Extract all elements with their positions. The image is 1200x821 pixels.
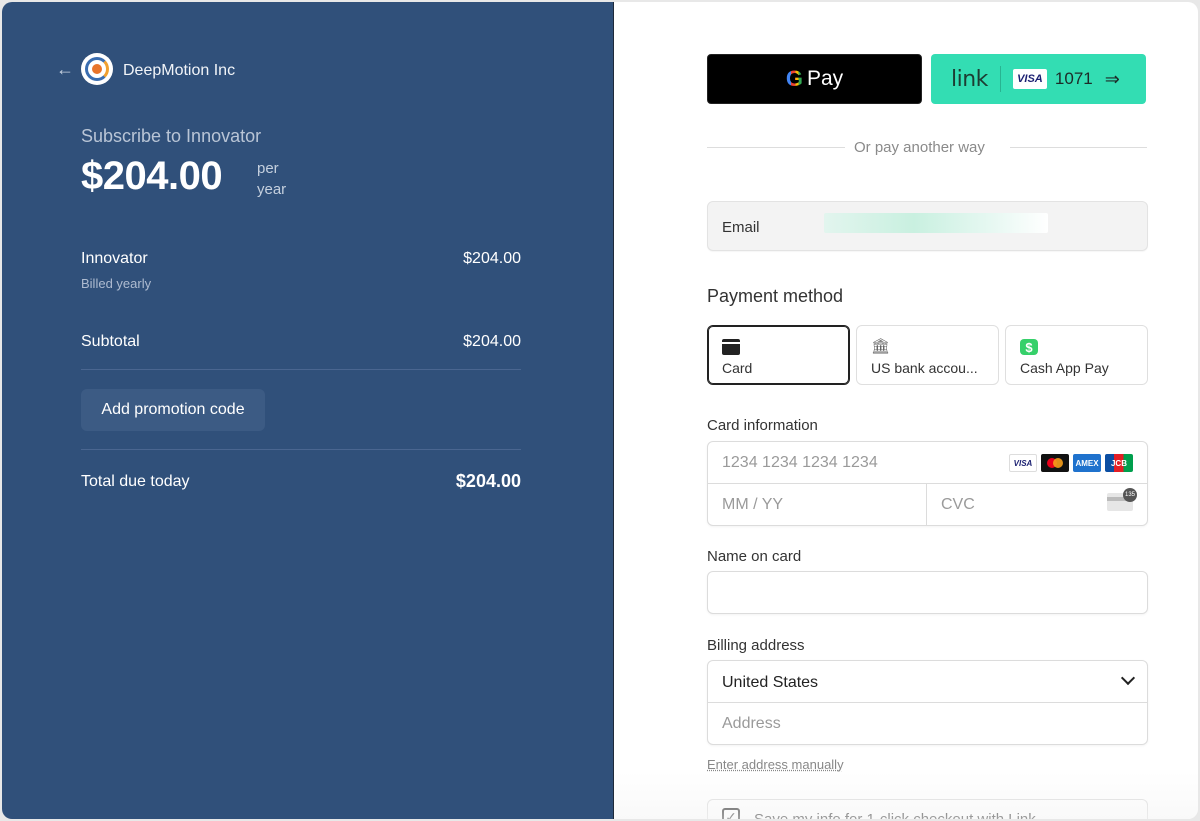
summary-divider xyxy=(81,449,521,450)
tab-cash-app-pay[interactable]: $ Cash App Pay xyxy=(1005,325,1148,385)
bank-icon: 🏛 xyxy=(871,338,891,355)
enter-address-manually-link[interactable]: Enter address manually xyxy=(707,757,844,772)
add-promotion-code-button[interactable]: Add promotion code xyxy=(81,389,265,431)
line-item-amount: $204.00 xyxy=(463,250,521,267)
save-info-text: Save my info for 1-click checkout with L… xyxy=(754,811,1036,819)
expiry-input[interactable]: MM / YY xyxy=(708,484,927,525)
panel-divider xyxy=(613,2,614,819)
order-summary-panel: ← DeepMotion Inc Subscribe to Innovator … xyxy=(2,2,613,819)
card-information-group: 1234 1234 1234 1234 VISA AMEX JCB MM / Y… xyxy=(707,441,1148,526)
price-period: per year xyxy=(257,158,286,200)
visa-card-icon: VISA xyxy=(1012,69,1047,89)
link-pay-button[interactable]: link VISA 1071 ⇒ xyxy=(931,54,1146,104)
google-pay-label: Pay xyxy=(806,67,844,90)
line-item-name: Innovator xyxy=(81,250,148,267)
email-field[interactable]: Email xyxy=(707,201,1148,251)
price-period-line2: year xyxy=(257,181,287,198)
link-logo: link xyxy=(951,66,988,92)
mastercard-icon xyxy=(1041,454,1069,472)
cash-app-icon: $ xyxy=(1020,339,1038,355)
total-label: Total due today xyxy=(81,473,190,490)
save-info-checkbox[interactable]: ✓ xyxy=(722,808,740,819)
total-amount: $204.00 xyxy=(455,471,521,491)
merchant-name[interactable]: DeepMotion Inc xyxy=(123,62,235,80)
card-number-input[interactable]: 1234 1234 1234 1234 VISA AMEX JCB xyxy=(708,442,1147,484)
email-value-redacted xyxy=(824,213,1048,233)
tab-us-bank-account[interactable]: 🏛 US bank accou... xyxy=(856,325,999,385)
amex-icon: AMEX xyxy=(1073,454,1101,472)
country-value: United States xyxy=(722,674,819,691)
tab-card[interactable]: Card xyxy=(707,325,850,385)
payment-method-title: Payment method xyxy=(707,286,844,306)
address-input[interactable]: Address xyxy=(708,703,1147,744)
card-information-label: Card information xyxy=(707,417,818,434)
name-on-card-input[interactable] xyxy=(707,571,1148,614)
cvc-input[interactable]: CVC 135 xyxy=(927,484,1147,525)
arrow-right-icon: ⇒ xyxy=(1104,68,1120,89)
merchant-logo xyxy=(81,53,113,85)
card-icon xyxy=(722,339,740,355)
cvc-placeholder: CVC xyxy=(941,496,975,513)
chevron-down-icon xyxy=(1120,670,1136,686)
tab-card-label: Card xyxy=(722,360,753,376)
tab-cash-label: Cash App Pay xyxy=(1020,360,1109,376)
visa-icon: VISA xyxy=(1009,454,1037,472)
divider-line-left xyxy=(707,147,845,148)
card-brands: VISA AMEX JCB xyxy=(1009,454,1133,472)
google-g-icon: G xyxy=(785,66,803,91)
billing-address-label: Billing address xyxy=(707,637,805,654)
divider-line-right xyxy=(1010,147,1147,148)
cvc-hint-number: 135 xyxy=(1123,488,1137,502)
email-label: Email xyxy=(722,219,760,236)
back-arrow-icon[interactable]: ← xyxy=(56,60,74,78)
name-on-card-label: Name on card xyxy=(707,548,802,565)
line-item-billing: Billed yearly xyxy=(81,276,152,291)
price-amount: $204.00 xyxy=(81,154,223,198)
subtotal-amount: $204.00 xyxy=(463,333,521,350)
jcb-icon: JCB xyxy=(1105,454,1133,472)
address-placeholder: Address xyxy=(722,715,781,732)
card-number-placeholder: 1234 1234 1234 1234 xyxy=(722,454,878,471)
price-period-line1: per xyxy=(257,160,279,177)
checkout-window: ← DeepMotion Inc Subscribe to Innovator … xyxy=(2,2,1198,819)
link-separator xyxy=(999,66,1001,92)
or-pay-another-way: Or pay another way xyxy=(854,139,985,156)
save-info-option[interactable]: ✓ Save my info for 1-click checkout with… xyxy=(707,799,1148,819)
billing-address-group: United States Address xyxy=(707,660,1148,745)
google-pay-button[interactable]: G Pay xyxy=(707,54,922,104)
country-select[interactable]: United States xyxy=(708,661,1147,703)
cvc-card-icon: 135 xyxy=(1107,488,1137,511)
subscribe-title: Subscribe to Innovator xyxy=(81,126,262,146)
expiry-placeholder: MM / YY xyxy=(722,496,784,513)
subtotal-label: Subtotal xyxy=(81,333,140,350)
link-card-last4: 1071 xyxy=(1054,69,1093,88)
summary-divider xyxy=(81,369,521,370)
tab-bank-label: US bank accou... xyxy=(871,360,978,376)
